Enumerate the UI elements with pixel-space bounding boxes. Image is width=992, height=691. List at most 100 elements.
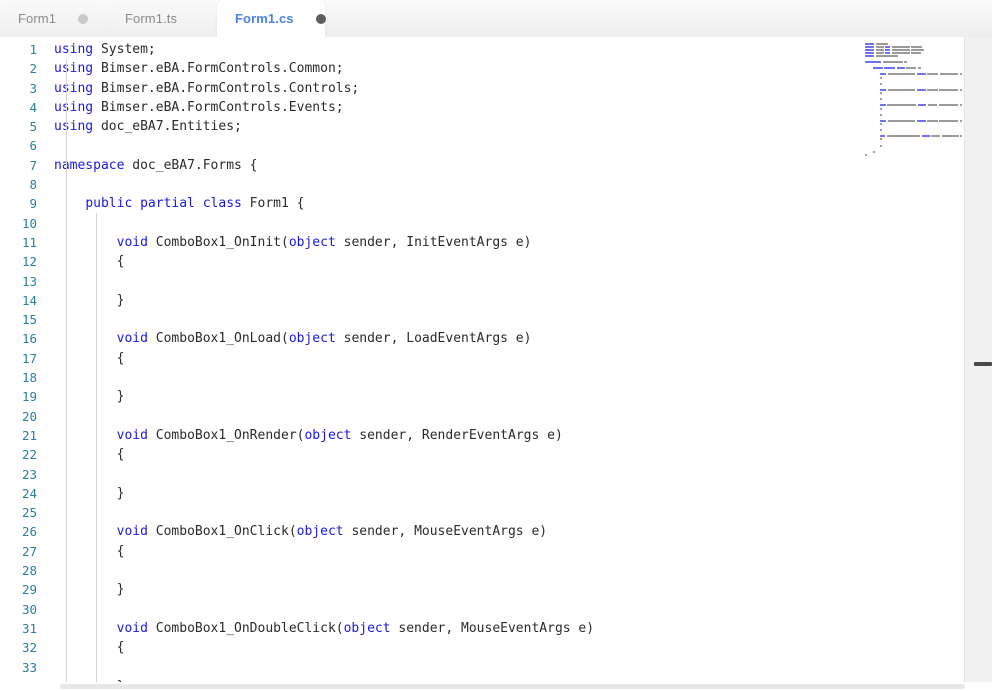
line-number: 28 — [21, 563, 37, 579]
code-line-content[interactable]: using Bimser.eBA.FormControls.Events; — [46, 98, 957, 117]
code-line-content[interactable]: { — [46, 349, 957, 368]
code-line-content[interactable] — [46, 136, 957, 155]
code-line[interactable]: 24 } — [0, 484, 957, 503]
code-line-content[interactable] — [46, 600, 957, 619]
code-line-content[interactable]: void ComboBox1_OnRender(object sender, R… — [46, 426, 957, 445]
code-text: ComboBox1_OnRender( — [147, 427, 305, 443]
tab-unsaved-dot-icon[interactable] — [78, 13, 89, 24]
code-line[interactable]: 20 — [0, 407, 957, 426]
editor-tab-form1[interactable]: Form1 — [0, 0, 104, 37]
code-line-content[interactable]: } — [46, 387, 957, 406]
code-line[interactable]: 31 void ComboBox1_OnDoubleClick(object s… — [0, 619, 957, 638]
code-line[interactable]: 6 — [0, 136, 957, 155]
code-line[interactable]: 15 — [0, 310, 957, 329]
code-line-content[interactable]: void ComboBox1_OnClick(object sender, Mo… — [46, 522, 957, 541]
horizontal-scrollbar-track[interactable] — [60, 684, 965, 689]
code-line[interactable]: 18 — [0, 368, 957, 387]
code-line-content[interactable]: public partial class Form1 { — [46, 194, 957, 213]
code-line[interactable]: 9 public partial class Form1 { — [0, 194, 957, 213]
editor-minimap[interactable] — [857, 37, 964, 682]
code-editor[interactable]: 1 using System; 2 using Bimser.eBA.FormCont… — [0, 37, 992, 691]
code-line[interactable]: 3 using Bimser.eBA.FormControls.Controls; — [0, 79, 957, 98]
code-line-content[interactable]: void ComboBox1_OnInit(object sender, Ini… — [46, 233, 957, 252]
line-number: 26 — [21, 524, 37, 540]
tab-unsaved-dot-icon[interactable] — [315, 13, 326, 24]
code-line-content[interactable] — [46, 465, 957, 484]
code-text: Bimser.eBA.FormControls.Events; — [93, 99, 344, 115]
code-line[interactable]: 14 } — [0, 291, 957, 310]
code-line-content[interactable]: using Bimser.eBA.FormControls.Common; — [46, 59, 957, 78]
code-line[interactable]: 22 { — [0, 445, 957, 464]
editor-tab-form1-ts[interactable]: Form1.ts — [107, 0, 214, 37]
code-line-content[interactable]: } — [46, 580, 957, 599]
code-line-content[interactable]: void ComboBox1_OnDoubleClick(object send… — [46, 619, 957, 638]
code-line-content[interactable]: } — [46, 291, 957, 310]
code-line-content[interactable] — [46, 407, 957, 426]
code-line-content[interactable]: } — [46, 484, 957, 503]
line-number: 18 — [21, 370, 37, 386]
minimap-token — [906, 67, 917, 70]
code-line[interactable]: 28 — [0, 561, 957, 580]
line-number: 13 — [21, 273, 37, 289]
minimap-token — [916, 88, 926, 91]
line-number: 4 — [29, 99, 37, 115]
code-keyword: using — [54, 99, 94, 115]
code-line[interactable]: 10 — [0, 214, 957, 233]
code-line-content[interactable]: { — [46, 542, 957, 561]
vertical-scrollbar[interactable] — [965, 37, 992, 682]
code-line-content[interactable]: using System; — [46, 40, 957, 59]
code-line[interactable]: 30 — [0, 600, 957, 619]
code-line-content[interactable]: using doc_eBA7.Entities; — [46, 117, 957, 136]
code-line[interactable]: 2 using Bimser.eBA.FormControls.Common; — [0, 59, 957, 78]
code-keyword: object — [296, 524, 344, 540]
code-line-content[interactable] — [46, 368, 957, 387]
code-line[interactable]: 25 — [0, 503, 957, 522]
horizontal-scrollbar[interactable] — [0, 682, 992, 691]
code-line[interactable]: 13 — [0, 272, 957, 291]
code-line-content[interactable] — [46, 310, 957, 329]
code-line-content[interactable] — [46, 503, 957, 522]
code-line-content[interactable]: { — [46, 638, 957, 657]
code-line-content[interactable] — [46, 561, 957, 580]
tab-bar-empty-space — [328, 0, 992, 37]
code-line[interactable]: 33 — [0, 658, 957, 677]
indent-guide — [66, 59, 67, 682]
code-line[interactable]: 11 void ComboBox1_OnInit(object sender, … — [0, 233, 957, 252]
code-line-content[interactable]: { — [46, 252, 957, 271]
code-keyword: object — [288, 234, 336, 250]
code-line[interactable]: 8 — [0, 175, 957, 194]
code-line[interactable]: 1 using System; — [0, 40, 957, 59]
tab-label: Form1.cs — [235, 11, 294, 26]
code-line[interactable]: 12 { — [0, 252, 957, 271]
code-text-area[interactable]: 1 using System; 2 using Bimser.eBA.FormCont… — [0, 37, 957, 682]
code-line-content[interactable]: { — [46, 445, 957, 464]
code-line[interactable]: 32 { — [0, 638, 957, 657]
minimap-token — [865, 153, 867, 156]
minimap-token — [885, 48, 891, 51]
minimap-token — [880, 129, 882, 132]
code-line-content[interactable] — [46, 214, 957, 233]
code-line-content[interactable]: void ComboBox1_OnLoad(object sender, Loa… — [46, 329, 957, 348]
minimap-token — [927, 119, 938, 122]
code-line[interactable]: 7 namespace doc_eBA7.Forms { — [0, 156, 957, 175]
code-line[interactable]: 4 using Bimser.eBA.FormControls.Events; — [0, 98, 957, 117]
code-line-content[interactable] — [46, 272, 957, 291]
line-number: 29 — [21, 582, 37, 598]
code-line[interactable]: 19 } — [0, 387, 957, 406]
code-line[interactable]: 17 { — [0, 349, 957, 368]
code-line[interactable]: 27 { — [0, 542, 957, 561]
code-text: Bimser.eBA.FormControls.Common; — [93, 61, 344, 77]
code-line[interactable]: 5 using doc_eBA7.Entities; — [0, 117, 957, 136]
code-line-content[interactable]: namespace doc_eBA7.Forms { — [46, 156, 957, 175]
editor-tab-form1-cs[interactable]: Form1.cs — [217, 0, 326, 37]
code-line[interactable]: 29 } — [0, 580, 957, 599]
code-line-content[interactable]: using Bimser.eBA.FormControls.Controls; — [46, 79, 957, 98]
code-line-content[interactable] — [46, 175, 957, 194]
code-line-content[interactable] — [46, 658, 957, 677]
minimap-token — [875, 51, 884, 54]
code-line[interactable]: 16 void ComboBox1_OnLoad(object sender, … — [0, 329, 957, 348]
code-line[interactable]: 26 void ComboBox1_OnClick(object sender,… — [0, 522, 957, 541]
code-keyword: void — [116, 524, 148, 540]
code-line[interactable]: 21 void ComboBox1_OnRender(object sender… — [0, 426, 957, 445]
code-line[interactable]: 23 — [0, 465, 957, 484]
